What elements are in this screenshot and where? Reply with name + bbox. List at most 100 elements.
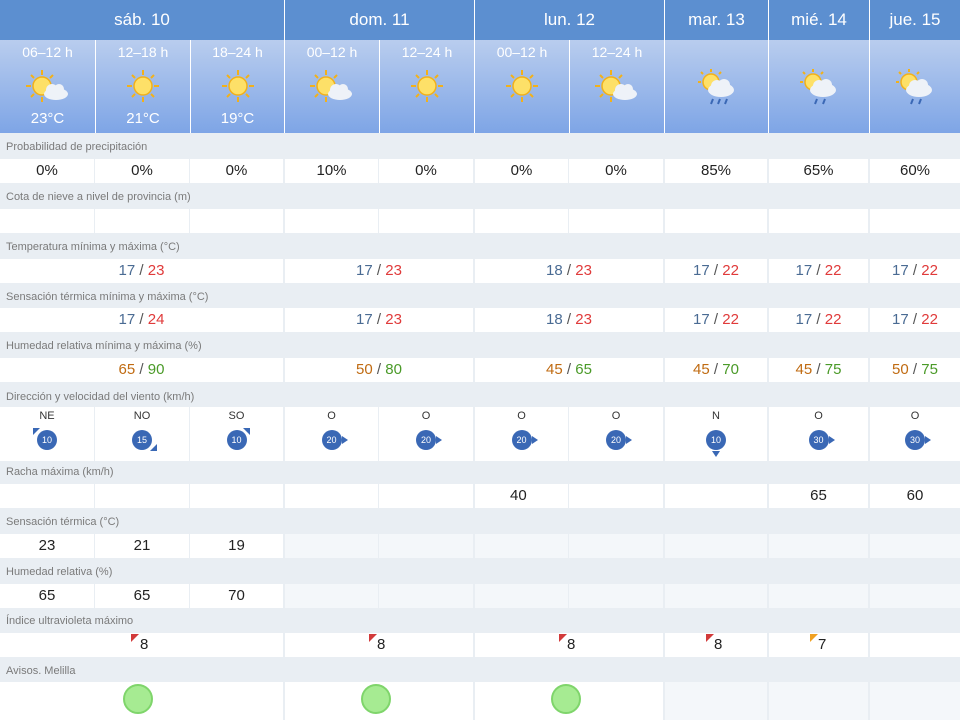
temp-minmax-cell: 17 / 23 <box>285 259 473 283</box>
wind-direction: O <box>327 410 336 422</box>
wind-arrow-icon <box>829 436 835 444</box>
feels-min: 17 <box>892 311 909 328</box>
wind-arrow-icon <box>243 428 250 435</box>
uv-level-flag-icon <box>559 634 567 642</box>
hum-min: 50 <box>892 361 909 378</box>
temp-min: 17 <box>892 262 909 279</box>
feels-minmax-cell: 17 / 23 <box>285 308 473 332</box>
section-title: Índice ultravioleta máximo <box>6 615 134 627</box>
period-cell: 12–24 h <box>569 40 664 133</box>
feels-max: 23 <box>575 311 592 328</box>
uv-value: 8 <box>567 636 576 653</box>
section-title: Probabilidad de precipitación <box>6 141 148 153</box>
sun-partly-cloudy-icon <box>595 70 637 102</box>
temp-max: 22 <box>921 262 938 279</box>
hum-minmax-cell: 65 / 90 <box>0 358 283 382</box>
gust-cell <box>95 484 189 508</box>
uv-level-flag-icon <box>706 634 714 642</box>
period-label: 00–12 h <box>496 44 548 60</box>
empty-cell <box>569 534 663 558</box>
uv-cell: 7 <box>769 633 868 657</box>
wind-arrow-icon <box>33 428 40 435</box>
precip-cell: 65% <box>769 159 868 183</box>
snow-cell <box>285 209 378 233</box>
uv-cell: 8 <box>475 633 663 657</box>
day-header: mié. 14 <box>768 0 869 40</box>
section-title: Cota de nieve a nivel de provincia (m) <box>6 191 191 203</box>
alert-green-icon[interactable] <box>551 684 581 714</box>
empty-cell <box>665 584 767 608</box>
wind-arrow-icon <box>925 436 931 444</box>
hum-period-cell: 65 <box>0 584 94 608</box>
wind-arrow-icon <box>712 451 720 457</box>
temp-max: 22 <box>722 262 739 279</box>
temp-max: 23 <box>575 262 592 279</box>
hum-max: 90 <box>147 361 165 378</box>
empty-cell <box>379 534 473 558</box>
wind-arrow-icon <box>436 436 442 444</box>
wind-speed-badge: 10 <box>706 430 726 450</box>
gust-cell <box>0 484 94 508</box>
wind-direction: O <box>814 410 823 422</box>
precip-cell: 0% <box>569 159 663 183</box>
hum-minmax-cell: 45 / 70 <box>665 358 767 382</box>
wind-direction: SO <box>228 410 245 422</box>
section-title: Sensación térmica mínima y máxima (°C) <box>6 291 209 303</box>
hum-minmax-cell: 50 / 80 <box>285 358 473 382</box>
wind-cell: NO 15 <box>95 407 189 461</box>
uv-cell: 8 <box>665 633 767 657</box>
period-cell: 06–12 h 23°C <box>0 40 95 133</box>
feels-period-cell: 23 <box>0 534 94 558</box>
uv-value: 8 <box>140 636 149 653</box>
empty-cell <box>475 584 568 608</box>
day-header: dom. 11 <box>284 0 474 40</box>
wind-cell: SO 10 <box>190 407 283 461</box>
alert-green-icon[interactable] <box>123 684 153 714</box>
hum-max: 80 <box>385 361 402 378</box>
period-temp: 21°C <box>126 110 160 127</box>
uv-value: 7 <box>818 636 827 653</box>
section-title: Sensación térmica (°C) <box>6 516 120 528</box>
wind-cell: N 10 <box>665 407 767 461</box>
wind-arrow-icon <box>532 436 538 444</box>
hum-max: 70 <box>722 361 739 378</box>
period-label: 00–12 h <box>306 44 358 60</box>
wind-direction: NO <box>133 410 151 422</box>
temp-max: 23 <box>385 262 402 279</box>
temp-min: 17 <box>356 262 373 279</box>
empty-cell <box>379 584 473 608</box>
precip-cell: 0% <box>0 159 94 183</box>
feels-min: 17 <box>356 311 373 328</box>
uv-cell: 8 <box>0 633 283 657</box>
snow-cell <box>665 209 767 233</box>
temp-min: 17 <box>795 262 813 279</box>
gust-cell <box>569 484 663 508</box>
precip-cell: 0% <box>379 159 473 183</box>
empty-cell <box>769 534 868 558</box>
temp-min: 17 <box>118 262 136 279</box>
feels-minmax-cell: 17 / 24 <box>0 308 283 332</box>
precip-cell: 0% <box>475 159 568 183</box>
wind-speed-badge: 15 <box>132 430 152 450</box>
alert-green-icon[interactable] <box>361 684 391 714</box>
empty-cell <box>769 682 868 720</box>
hum-min: 45 <box>693 361 710 378</box>
wind-direction: NE <box>39 410 55 422</box>
precip-cell: 0% <box>95 159 189 183</box>
wind-speed-badge: 10 <box>37 430 57 450</box>
day-header-row: sáb. 10 dom. 11 lun. 12 mar. 13 mié. 14 … <box>0 0 960 40</box>
period-cell <box>664 40 768 133</box>
temp-max: 23 <box>147 262 165 279</box>
uv-level-flag-icon <box>369 634 377 642</box>
empty-cell <box>665 534 767 558</box>
wind-speed-badge: 20 <box>511 430 532 450</box>
uv-level-flag-icon <box>131 634 139 642</box>
snow-cell <box>870 209 960 233</box>
feels-period-cell: 19 <box>190 534 283 558</box>
period-label: 12–24 h <box>591 44 643 60</box>
feels-min: 17 <box>118 311 136 328</box>
hum-min: 50 <box>356 361 373 378</box>
uv-level-flag-icon <box>810 634 818 642</box>
wind-arrow-icon <box>342 436 348 444</box>
temp-minmax-cell: 17 / 22 <box>870 259 960 283</box>
